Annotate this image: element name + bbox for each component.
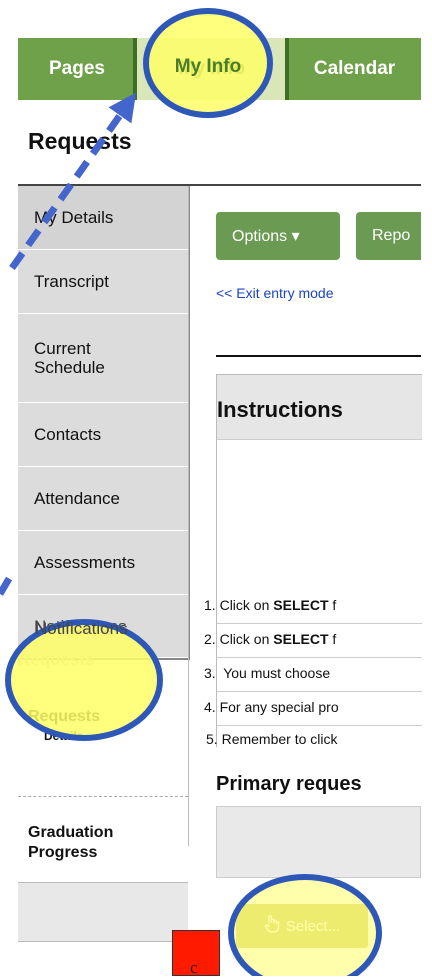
reports-button[interactable]: Repo	[356, 212, 421, 260]
sidebar-item-assessments[interactable]: Assessments	[18, 531, 188, 595]
instruction-item-2: 2. Click on SELECT f	[204, 631, 337, 647]
sidebar-item-graduation-progress[interactable]: Graduation Progress	[28, 823, 148, 863]
requests-faded-heading: Requests	[18, 650, 95, 669]
sidebar-item-label: Current Schedule	[34, 339, 105, 377]
sidebar-item-label: My Details	[34, 208, 114, 227]
annotation-letter: c	[190, 958, 198, 977]
sidebar-item-label: Attendance	[34, 489, 121, 508]
top-nav-bar: Pages My Info Calendar	[18, 38, 421, 100]
sidebar-item-label: Contacts	[34, 425, 102, 444]
divider	[217, 725, 422, 726]
sidebar-item-transcript[interactable]: Transcript	[18, 250, 188, 314]
sidebar-item-current-schedule[interactable]: Current Schedule	[18, 314, 188, 403]
sidebar-item-contacts[interactable]: Contacts	[18, 403, 188, 467]
sidebar-footer	[18, 882, 188, 942]
select-button-label: Select...	[285, 917, 341, 935]
sidebar-item-label: Transcript	[34, 272, 109, 291]
instructions-header: Instructions	[217, 375, 422, 439]
page-title: Requests	[28, 128, 132, 154]
select-button[interactable]: Select...	[236, 904, 368, 948]
instruction-item-4: 4. For any special pro	[204, 699, 339, 715]
tab-separator	[285, 38, 289, 100]
tab-pages[interactable]: Pages	[18, 38, 136, 100]
sidebar-item-notifications[interactable]: Notifications	[18, 595, 188, 658]
instruction-item-5: 5. Remember to click	[206, 731, 338, 747]
instructions-panel: Instructions 1. Click on SELECT f 2. Cli…	[204, 374, 422, 747]
options-button[interactable]: Options ▾	[216, 212, 340, 260]
primary-requests-table-header	[216, 806, 421, 878]
column-divider	[188, 186, 189, 846]
dashed-arrow-icon	[0, 568, 18, 596]
tab-my-info[interactable]: My Info	[136, 38, 288, 100]
divider	[217, 657, 422, 658]
sidebar-item-label: Assessments	[34, 553, 136, 572]
instruction-item-1: 1. Click on SELECT f	[204, 597, 337, 613]
exit-entry-mode-link[interactable]: << Exit entry mode	[216, 285, 334, 301]
sidebar-item-label: Notifications	[34, 616, 127, 636]
sidebar-item-requests[interactable]: Requests	[28, 708, 100, 726]
sidebar-item-attendance[interactable]: Attendance	[18, 467, 188, 531]
divider	[217, 623, 422, 624]
sidebar-divider	[18, 796, 188, 797]
primary-requests-heading: Primary reques	[216, 773, 362, 795]
divider	[217, 691, 422, 692]
divider	[217, 439, 422, 440]
content-divider	[216, 355, 421, 357]
sidebar: My Details Transcript Current Schedule C…	[18, 186, 190, 660]
instruction-item-3: 3. You must choose	[204, 665, 331, 681]
tab-separator	[133, 38, 137, 100]
instructions-title: Instructions	[217, 397, 343, 422]
tab-calendar[interactable]: Calendar	[288, 38, 421, 100]
hand-pointer-icon	[264, 915, 280, 937]
requests-details-label[interactable]: Details	[44, 729, 83, 743]
sidebar-item-my-details[interactable]: My Details	[18, 186, 188, 250]
